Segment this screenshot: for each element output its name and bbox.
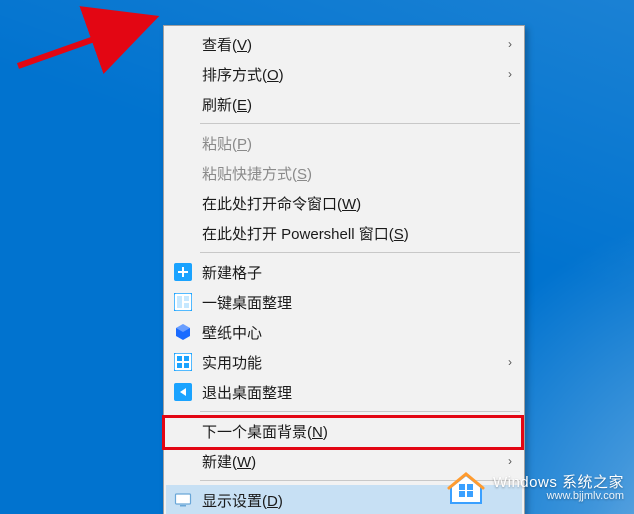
house-logo-icon [447,472,485,506]
view-icon [172,33,194,55]
menu-item-label: 查看(V) [202,34,498,55]
menu-item-paste-shortcut: 粘贴快捷方式(S) [166,158,522,188]
menu-item-label: 在此处打开命令窗口(W) [202,193,512,214]
menu-item-next-wallpaper[interactable]: 下一个桌面背景(N) [166,416,522,446]
wallpaper-center-icon [172,321,194,343]
utility-icon [172,351,194,373]
open-powershell-icon [172,222,194,244]
menu-item-label: 一键桌面整理 [202,292,512,313]
menu-separator [200,123,520,124]
menu-separator [200,411,520,412]
refresh-icon [172,93,194,115]
menu-item-label: 下一个桌面背景(N) [202,421,512,442]
watermark-url: www.bjjmlv.com [493,491,624,503]
new-grid-icon [172,261,194,283]
menu-item-label: 粘贴(P) [202,133,512,154]
menu-item-label: 新建(W) [202,451,498,472]
menu-item-label: 刷新(E) [202,94,512,115]
chevron-right-icon: › [498,37,512,51]
paste-shortcut-icon [172,162,194,184]
menu-item-open-cmd[interactable]: 在此处打开命令窗口(W) [166,188,522,218]
menu-item-label: 退出桌面整理 [202,382,512,403]
menu-item-view[interactable]: 查看(V)› [166,29,522,59]
menu-item-label: 在此处打开 Powershell 窗口(S) [202,223,512,244]
watermark: Windows 系统之家 www.bjjmlv.com [447,472,624,506]
next-wallpaper-icon [172,420,194,442]
exit-arrange-icon [172,381,194,403]
chevron-right-icon: › [498,454,512,468]
menu-item-paste: 粘贴(P) [166,128,522,158]
menu-item-label: 粘贴快捷方式(S) [202,163,512,184]
sort-icon [172,63,194,85]
menu-item-open-powershell[interactable]: 在此处打开 Powershell 窗口(S) [166,218,522,248]
paste-icon [172,132,194,154]
open-cmd-icon [172,192,194,214]
chevron-right-icon: › [498,67,512,81]
menu-item-desk-arrange[interactable]: 一键桌面整理 [166,287,522,317]
chevron-right-icon: › [498,355,512,369]
menu-separator [200,252,520,253]
menu-item-wallpaper-center[interactable]: 壁纸中心 [166,317,522,347]
new-icon [172,450,194,472]
menu-item-refresh[interactable]: 刷新(E) [166,89,522,119]
menu-item-label: 新建格子 [202,262,512,283]
desk-arrange-icon [172,291,194,313]
display-settings-icon [172,489,194,511]
desktop-context-menu[interactable]: 查看(V)›排序方式(O)›刷新(E)粘贴(P)粘贴快捷方式(S)在此处打开命令… [163,25,525,514]
menu-item-utility[interactable]: 实用功能› [166,347,522,377]
menu-item-label: 壁纸中心 [202,322,512,343]
menu-item-label: 实用功能 [202,352,498,373]
menu-item-label: 排序方式(O) [202,64,498,85]
watermark-title: Windows 系统之家 [493,475,624,491]
menu-item-sort[interactable]: 排序方式(O)› [166,59,522,89]
menu-item-new-grid[interactable]: 新建格子 [166,257,522,287]
menu-item-exit-arrange[interactable]: 退出桌面整理 [166,377,522,407]
